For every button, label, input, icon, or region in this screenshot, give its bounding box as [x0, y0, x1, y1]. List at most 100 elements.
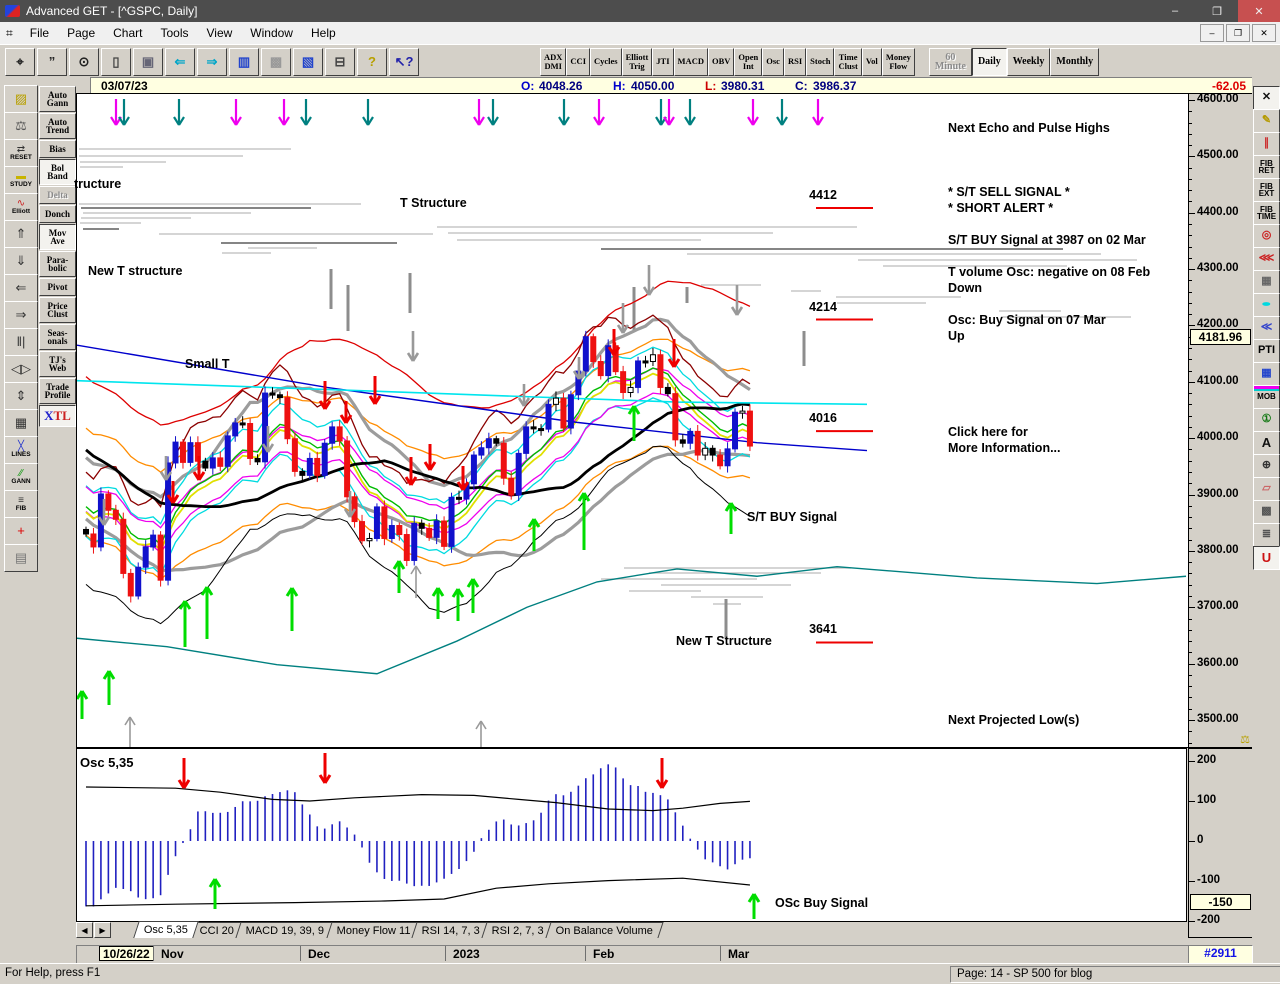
arrow-right-icon[interactable]: ⇒ [4, 301, 38, 329]
toggle-mov-ave[interactable]: Mov Ave [39, 224, 76, 250]
scales-icon[interactable]: ⚖ [4, 112, 38, 140]
study-button-stoch[interactable]: Stoch [806, 48, 834, 76]
crosshair-icon[interactable]: + [4, 517, 38, 545]
oscillator-axis[interactable]: 2001000-100-200-150 [1188, 748, 1252, 938]
axis-scales-icon[interactable]: ⚖ [1240, 733, 1250, 746]
menu-file[interactable]: File [21, 23, 58, 43]
child-system-menu-icon[interactable]: ⌗ [6, 26, 13, 41]
restore-button[interactable]: ❐ [1196, 0, 1238, 22]
info-tool-icon[interactable]: ① [1253, 408, 1280, 432]
parallel-lines-tool-icon[interactable]: ∥ [1253, 132, 1280, 156]
lines-icon[interactable]: ╳LINES [4, 436, 38, 464]
chart-pages-icon[interactable]: ▧ [293, 48, 323, 76]
menu-window[interactable]: Window [241, 23, 302, 43]
gann-icon[interactable]: ∕∕GANN [4, 463, 38, 491]
toggle-bias[interactable]: Bias [39, 140, 76, 158]
study-button-obv[interactable]: OBV [708, 48, 734, 76]
tab-osc-5-35[interactable]: Osc 5,35 [133, 921, 199, 938]
menu-chart[interactable]: Chart [104, 23, 151, 43]
zoom-tool-icon[interactable]: ⊕ [1253, 454, 1280, 478]
child-restore-button[interactable]: ❐ [1226, 24, 1250, 42]
bars-icon[interactable]: ‖| [4, 328, 38, 356]
menu-page[interactable]: Page [58, 23, 104, 43]
child-close-button[interactable]: ✕ [1252, 24, 1276, 42]
tab-rsi-2-7-3[interactable]: RSI 2, 7, 3 [482, 922, 555, 938]
help-icon[interactable]: ? [357, 48, 387, 76]
reset-icon[interactable]: ⇄RESET [4, 139, 38, 167]
menu-view[interactable]: View [198, 23, 242, 43]
grid-icon[interactable]: ▦ [4, 409, 38, 437]
print-icon[interactable]: ⊟ [325, 48, 355, 76]
study-button-elliott-trig[interactable]: Elliott Trig [622, 48, 653, 76]
tab-macd-19-39-9[interactable]: MACD 19, 39, 9 [236, 922, 335, 938]
search-icon[interactable]: ⊙ [69, 48, 99, 76]
tab-scroll-right[interactable]: ▶ [94, 922, 111, 938]
text-tool-icon[interactable]: A [1253, 431, 1280, 455]
arrow-up-icon[interactable]: ⇑ [4, 220, 38, 248]
delete-tool-icon[interactable]: ✕ [1253, 86, 1280, 110]
toggle-para--bolic[interactable]: Para- bolic [39, 251, 76, 277]
arrow-down-icon[interactable]: ⇓ [4, 247, 38, 275]
toggle-xtl[interactable]: XTL [39, 405, 76, 427]
fib-icon[interactable]: ≡FIB [4, 490, 38, 518]
ellipse-tool-icon[interactable]: ● [1253, 293, 1280, 317]
toggle-donch[interactable]: Donch [39, 205, 76, 223]
study-button-cci[interactable]: CCI [566, 48, 590, 76]
study-button-cycles[interactable]: Cycles [590, 48, 622, 76]
properties-icon[interactable]: ▤ [4, 544, 38, 572]
menu-help[interactable]: Help [302, 23, 345, 43]
pencil-tool-icon[interactable]: ✎ [1253, 109, 1280, 133]
study-button-osc[interactable]: Osc [762, 48, 784, 76]
mob-tool[interactable]: MOB [1253, 385, 1280, 409]
study-button-money-flow[interactable]: Money Flow [882, 48, 915, 76]
menu-tools[interactable]: Tools [151, 23, 197, 43]
more-info-link[interactable]: More Information... [948, 441, 1061, 455]
period-button-60-minute[interactable]: 60 Minute [929, 48, 972, 76]
open-chart-icon[interactable]: ▨ [4, 85, 38, 113]
study-button-adx-dmi[interactable]: ADX DMI [540, 48, 566, 76]
study-button-jti[interactable]: JTI [652, 48, 673, 76]
grid2-tool-icon[interactable]: ▦ [1253, 362, 1280, 386]
study-button-open-int[interactable]: Open Int [734, 48, 762, 76]
chart-disabled-icon[interactable]: ▩ [261, 48, 291, 76]
new-chart-icon[interactable]: ▯ [101, 48, 131, 76]
toggle-delta[interactable]: Delta [39, 186, 76, 204]
price-axis[interactable]: 4600.004500.004400.004300.004200.004100.… [1188, 93, 1252, 748]
elliott-icon[interactable]: ∿Elliott [4, 193, 38, 221]
fan-tool-icon[interactable]: ⋘ [1253, 247, 1280, 271]
quote-icon[interactable]: ” [37, 48, 67, 76]
forward-icon[interactable]: ⇒ [197, 48, 227, 76]
tab-scroll-left[interactable]: ◀ [76, 922, 93, 938]
grid-tool-icon[interactable]: ▦ [1253, 270, 1280, 294]
v-expand-icon[interactable]: ⇕ [4, 382, 38, 410]
period-button-monthly[interactable]: Monthly [1050, 48, 1099, 76]
study-button-time-clust[interactable]: Time Clust [834, 48, 861, 76]
oscillator-panel[interactable] [76, 748, 1187, 922]
period-button-daily[interactable]: Daily [972, 48, 1007, 76]
fib-retracement-tool[interactable]: FIB RET [1253, 155, 1280, 179]
regression-tool-icon[interactable]: ≪ [1253, 316, 1280, 340]
price-chart[interactable] [76, 93, 1189, 748]
toggle-seas--onals[interactable]: Seas- onals [39, 324, 76, 350]
toggle-tj's-web[interactable]: TJ's Web [39, 351, 76, 377]
minimize-button[interactable]: – [1154, 0, 1196, 22]
fib-extension-tool[interactable]: FIB EXT [1253, 178, 1280, 202]
pages-tool-icon[interactable]: ≣ [1253, 523, 1280, 547]
context-help-icon[interactable]: ↖? [389, 48, 419, 76]
magnet-tool-icon[interactable]: U [1253, 546, 1280, 570]
pointer-tool-icon[interactable]: ⌖ [5, 48, 35, 76]
toggle-trade-profile[interactable]: Trade Profile [39, 378, 76, 404]
toggle-price-clust[interactable]: Price Clust [39, 297, 76, 323]
tab-on-balance-volume[interactable]: On Balance Volume [546, 922, 664, 938]
child-minimize-button[interactable]: – [1200, 24, 1224, 42]
fib-time-tool[interactable]: FIB TIME [1253, 201, 1280, 225]
tab-rsi-14-7-3[interactable]: RSI 14, 7, 3 [412, 922, 491, 938]
more-info-link[interactable]: Click here for [948, 425, 1028, 439]
chart-scroll-icon[interactable]: ▥ [229, 48, 259, 76]
close-button[interactable]: ✕ [1238, 0, 1280, 22]
study-icon[interactable]: ▬STUDY [4, 166, 38, 194]
study-button-rsi[interactable]: RSI [784, 48, 806, 76]
tab-money-flow-11[interactable]: Money Flow 11 [326, 922, 421, 938]
toggle-pivot[interactable]: Pivot [39, 278, 76, 296]
back-icon[interactable]: ⇐ [165, 48, 195, 76]
